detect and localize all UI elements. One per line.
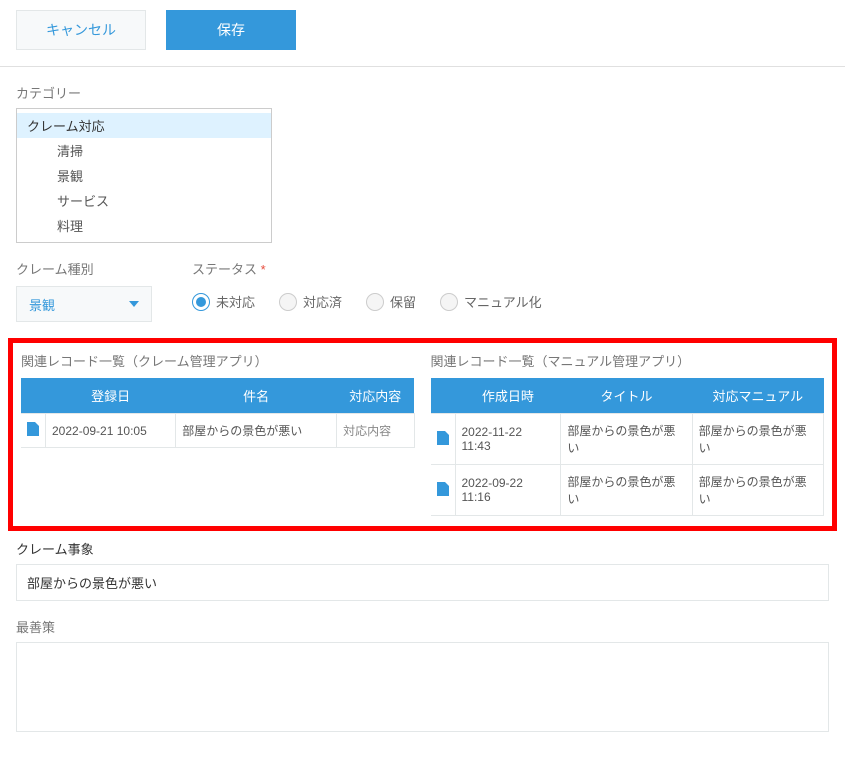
claim-detail-label: クレーム事象 [0,539,845,564]
cancel-button[interactable]: キャンセル [16,10,146,50]
radio-icon [366,293,384,311]
category-item-view[interactable]: 景観 [17,163,271,188]
related-claim-title: 関連レコード一覧（クレーム管理アプリ） [21,351,415,370]
related-claim-table: 登録日 件名 対応内容 2022-09-21 10:05 部屋からの景色が悪い … [21,378,415,448]
related-manual-title: 関連レコード一覧（マニュアル管理アプリ） [431,351,825,370]
highlight-annotation: 関連レコード一覧（クレーム管理アプリ） 登録日 件名 対応内容 2022-09-… [8,338,837,531]
radio-icon [440,293,458,311]
status-option-pending[interactable]: 未対応 [192,292,255,311]
col-created: 作成日時 [455,378,561,414]
chevron-down-icon [129,301,139,307]
claim-type-label: クレーム種別 [16,259,152,278]
status-option-manualized[interactable]: マニュアル化 [440,292,542,311]
claim-type-dropdown[interactable]: 景観 [16,286,152,322]
col-action: 対応内容 [337,378,414,414]
col-registered-date: 登録日 [46,378,176,414]
category-item-claim[interactable]: クレーム対応 [17,113,271,138]
category-tree[interactable]: クレーム対応 清掃 景観 サービス 料理 [16,108,272,243]
status-option-done[interactable]: 対応済 [279,292,342,311]
col-subject: 件名 [176,378,337,414]
document-icon [437,431,449,445]
col-title: タイトル [561,378,692,414]
required-mark: * [261,262,266,277]
category-label: カテゴリー [16,83,829,102]
category-item-service[interactable]: サービス [17,188,271,213]
save-button[interactable]: 保存 [166,10,296,50]
claim-detail-input[interactable] [16,564,829,601]
related-manual-table: 作成日時 タイトル 対応マニュアル 2022-11-22 11:43 部屋からの… [431,378,825,516]
status-option-hold[interactable]: 保留 [366,292,416,311]
category-item-cleaning[interactable]: 清掃 [17,138,271,163]
improvement-textarea[interactable] [16,642,829,732]
table-row[interactable]: 2022-11-22 11:43 部屋からの景色が悪い 部屋からの景色が悪い [431,414,824,465]
status-label: ステータス * [192,259,542,278]
radio-icon [192,293,210,311]
claim-type-value: 景観 [29,295,55,314]
col-manual: 対応マニュアル [692,378,823,414]
improvement-label: 最善策 [16,617,829,636]
document-icon [27,422,39,436]
document-icon [437,482,449,496]
category-item-food[interactable]: 料理 [17,213,271,238]
related-claim-table-box: 関連レコード一覧（クレーム管理アプリ） 登録日 件名 対応内容 2022-09-… [21,351,415,516]
radio-icon [279,293,297,311]
table-row[interactable]: 2022-09-21 10:05 部屋からの景色が悪い 対応内容 [21,414,414,448]
divider [0,66,845,67]
table-row[interactable]: 2022-09-22 11:16 部屋からの景色が悪い 部屋からの景色が悪い [431,465,824,516]
related-manual-table-box: 関連レコード一覧（マニュアル管理アプリ） 作成日時 タイトル 対応マニュアル 2… [431,351,825,516]
status-radio-group: 未対応 対応済 保留 マニュアル化 [192,292,542,311]
